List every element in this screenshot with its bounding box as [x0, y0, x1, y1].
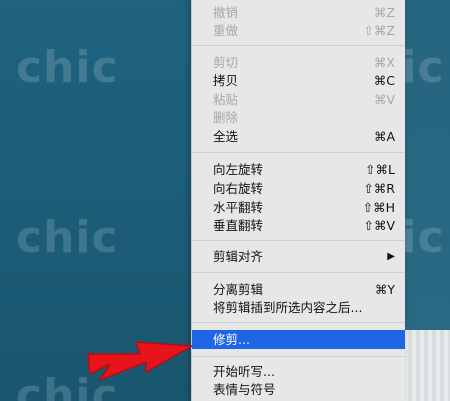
menu-item-label: 向右旋转 [213, 181, 264, 196]
menu-item-label: 垂直翻转 [213, 218, 264, 233]
pixelated-area [404, 330, 450, 401]
menu-item-shortcut: ⇧⌘V [363, 218, 395, 233]
menu-item-rotate-left[interactable]: 向左旋转 ⇧⌘L [192, 161, 405, 179]
menu-item-shortcut: ⌘Y [374, 282, 395, 297]
menu-item-shortcut: ⇧⌘H [362, 200, 395, 215]
menu-separator [192, 356, 405, 357]
menu-item-rotate-right[interactable]: 向右旋转 ⇧⌘R [192, 180, 405, 198]
menu-item-label: 剪切 [213, 55, 239, 70]
menu-item-start-dictation[interactable]: 开始听写... [192, 363, 405, 381]
menu-item-label: 全选 [213, 129, 239, 144]
menu-separator [192, 240, 405, 241]
menu-item-label: 粘贴 [213, 92, 239, 107]
menu-item-label: 拷贝 [213, 73, 239, 88]
menu-item-label: 剪辑对齐 [213, 249, 264, 264]
menu-item-shortcut: ⇧⌘Z [363, 23, 395, 38]
menu-separator [192, 272, 405, 273]
menu-item-label: 开始听写... [213, 364, 275, 379]
menu-item-label: 重做 [213, 23, 239, 38]
menu-item-copy[interactable]: 拷贝 ⌘C [192, 72, 405, 90]
edit-context-menu: 撤销 ⌘Z 重做 ⇧⌘Z 剪切 ⌘X 拷贝 ⌘C 粘贴 ⌘V 删除 全选 ⌘A [191, 0, 405, 401]
menu-separator [192, 152, 405, 153]
menu-item-label: 向左旋转 [213, 162, 264, 177]
menu-item-shortcut: ⇧⌘L [365, 162, 395, 177]
menu-separator [192, 322, 405, 323]
menu-item-label: 表情与符号 [213, 382, 276, 397]
menu-item-delete[interactable]: 删除 [192, 109, 405, 127]
menu-item-shortcut: ⌘X [373, 55, 395, 70]
menu-item-shortcut: ⌘Z [373, 5, 395, 20]
menu-item-clip-align[interactable]: 剪辑对齐 ▶ [192, 248, 405, 266]
menu-item-shortcut: ⌘V [373, 92, 395, 107]
menu-item-select-all[interactable]: 全选 ⌘A [192, 128, 405, 146]
menu-item-label: 水平翻转 [213, 200, 264, 215]
watermark: chic [16, 212, 119, 263]
menu-item-flip-horizontal[interactable]: 水平翻转 ⇧⌘H [192, 199, 405, 217]
menu-item-shortcut: ⌘C [373, 73, 395, 88]
menu-item-undo[interactable]: 撤销 ⌘Z [192, 4, 405, 22]
watermark: chic [16, 42, 119, 93]
submenu-arrow-icon: ▶ [387, 251, 395, 262]
annotation-arrow-icon [87, 341, 193, 381]
menu-item-insert-clip-after[interactable]: 将剪辑插到所选内容之后... [192, 299, 405, 317]
menu-item-label: 撤销 [213, 5, 239, 20]
menu-item-shortcut: ⌘A [373, 129, 395, 144]
menu-item-redo[interactable]: 重做 ⇧⌘Z [192, 22, 405, 40]
menu-separator [192, 45, 405, 46]
menu-item-label: 将剪辑插到所选内容之后... [213, 300, 363, 315]
menu-item-paste[interactable]: 粘贴 ⌘V [192, 91, 405, 109]
menu-item-label: 分离剪辑 [213, 282, 264, 297]
menu-item-cut[interactable]: 剪切 ⌘X [192, 54, 405, 72]
menu-item-split-clip[interactable]: 分离剪辑 ⌘Y [192, 281, 405, 299]
desktop-background: chic chic chic chic chic 撤销 ⌘Z 重做 ⇧⌘Z 剪切… [0, 0, 450, 401]
menu-item-label: 删除 [213, 110, 239, 125]
menu-item-trim[interactable]: 修剪... [192, 330, 405, 349]
menu-item-flip-vertical[interactable]: 垂直翻转 ⇧⌘V [192, 217, 405, 235]
menu-item-emoji-symbols[interactable]: 表情与符号 [192, 381, 405, 399]
menu-item-label: 修剪... [213, 332, 250, 347]
menu-item-shortcut: ⇧⌘R [363, 181, 395, 196]
